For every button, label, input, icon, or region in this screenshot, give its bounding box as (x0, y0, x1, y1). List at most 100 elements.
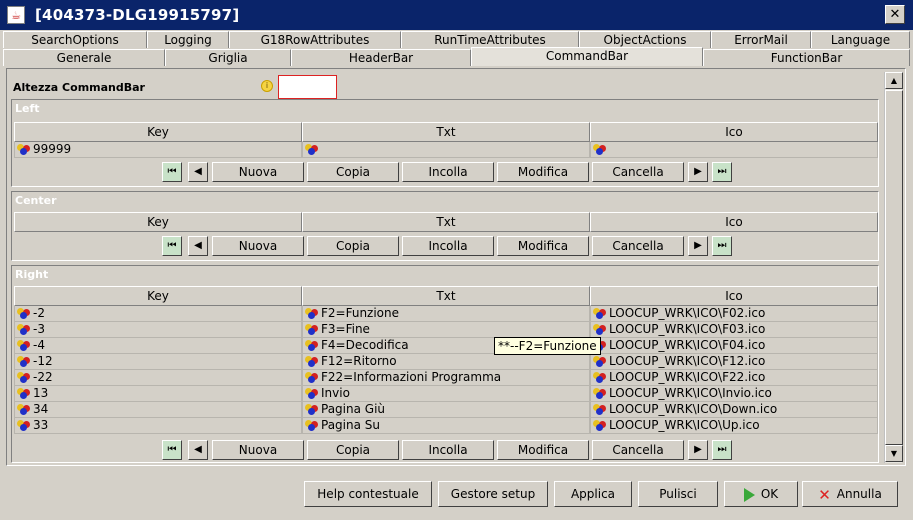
tab-objectactions[interactable]: ObjectActions (579, 31, 711, 48)
cancel-button[interactable]: ✕ Annulla (802, 481, 898, 507)
last-record-button[interactable]: ⏭ (712, 162, 732, 182)
txt-cell[interactable]: F22=Informazioni Programma (302, 370, 590, 386)
txt-cell[interactable]: F12=Ritorno (302, 354, 590, 370)
col-txt-header[interactable]: Txt (302, 286, 590, 306)
ico-cell[interactable]: LOOCUP_WRK\ICO\F12.ico (590, 354, 878, 370)
tab-griglia[interactable]: Griglia (165, 49, 291, 66)
txt-cell[interactable]: Invio (302, 386, 590, 402)
txt-cell[interactable]: F3=Fine (302, 322, 590, 338)
modifica-button[interactable]: Modifica (497, 162, 589, 182)
col-ico-header[interactable]: Ico (590, 212, 878, 232)
table-row[interactable]: -22 F22=Informazioni Programma LOOCUP_WRK\… (14, 370, 878, 386)
txt-cell[interactable]: Pagina Giù (302, 402, 590, 418)
table-row[interactable]: -2 F2=Funzione LOOCUP_WRK\ICO\F02.ico (14, 306, 878, 322)
cancella-button[interactable]: Cancella (592, 440, 684, 460)
prev-record-button[interactable]: ◀ (188, 236, 208, 256)
key-cell[interactable]: -22 (14, 370, 302, 386)
ico-cell[interactable] (590, 142, 878, 158)
col-txt-header[interactable]: Txt (302, 122, 590, 142)
txt-cell[interactable]: Pagina Su (302, 418, 590, 434)
table-row[interactable]: -3 F3=Fine LOOCUP_WRK\ICO\F03.ico (14, 322, 878, 338)
key-cell[interactable]: 13 (14, 386, 302, 402)
ico-cell[interactable]: LOOCUP_WRK\ICO\Up.ico (590, 418, 878, 434)
vertical-scrollbar[interactable]: ▲ ▼ (884, 72, 903, 463)
key-cell[interactable]: -4 (14, 338, 302, 354)
prev-record-button[interactable]: ◀ (188, 162, 208, 182)
tab-headerbar[interactable]: HeaderBar (291, 49, 471, 66)
ico-cell[interactable]: LOOCUP_WRK\ICO\F02.ico (590, 306, 878, 322)
height-input[interactable] (278, 75, 337, 99)
prev-record-button[interactable]: ◀ (188, 440, 208, 460)
incolla-button[interactable]: Incolla (402, 236, 494, 256)
key-cell[interactable]: 99999 (14, 142, 302, 158)
ico-cell[interactable]: LOOCUP_WRK\ICO\Invio.ico (590, 386, 878, 402)
key-cell[interactable]: -3 (14, 322, 302, 338)
table-row[interactable]: 34 Pagina Giù LOOCUP_WRK\ICO\Down.ico (14, 402, 878, 418)
key-cell[interactable]: 33 (14, 418, 302, 434)
ico-cell[interactable]: LOOCUP_WRK\ICO\F03.ico (590, 322, 878, 338)
col-key-header[interactable]: Key (14, 122, 302, 142)
key-cell[interactable]: -12 (14, 354, 302, 370)
scroll-up-button[interactable]: ▲ (885, 72, 903, 89)
col-key-header[interactable]: Key (14, 286, 302, 306)
last-record-button[interactable]: ⏭ (712, 236, 732, 256)
col-txt-header[interactable]: Txt (302, 212, 590, 232)
help-button[interactable]: Help contestuale (304, 481, 432, 507)
incolla-button[interactable]: Incolla (402, 440, 494, 460)
ico-cell[interactable]: LOOCUP_WRK\ICO\F22.ico (590, 370, 878, 386)
txt-cell[interactable] (302, 142, 590, 158)
table-row[interactable]: -12 F12=Ritorno LOOCUP_WRK\ICO\F12.ico (14, 354, 878, 370)
table-row[interactable]: -4 F4=Decodifica LOOCUP_WRK\ICO\F04.ico (14, 338, 878, 354)
first-record-button[interactable]: ⏮ (162, 440, 182, 460)
record-icon (17, 356, 31, 368)
modifica-button[interactable]: Modifica (497, 440, 589, 460)
col-key-header[interactable]: Key (14, 212, 302, 232)
scroll-down-button[interactable]: ▼ (885, 445, 903, 462)
txt-cell[interactable]: F2=Funzione (302, 306, 590, 322)
nuova-button[interactable]: Nuova (212, 162, 304, 182)
ico-cell[interactable]: LOOCUP_WRK\ICO\F04.ico (590, 338, 878, 354)
table-row[interactable]: 33 Pagina Su LOOCUP_WRK\ICO\Up.ico (14, 418, 878, 434)
tab-searchoptions[interactable]: SearchOptions (3, 31, 147, 48)
key-cell[interactable]: 34 (14, 402, 302, 418)
last-record-button[interactable]: ⏭ (712, 440, 732, 460)
copia-button[interactable]: Copia (307, 440, 399, 460)
apply-button[interactable]: Applica (554, 481, 632, 507)
tab-logging[interactable]: Logging (147, 31, 229, 48)
tab-generale[interactable]: Generale (3, 49, 165, 66)
cancella-button[interactable]: Cancella (592, 236, 684, 256)
scroll-thumb[interactable] (885, 90, 903, 445)
tab-errormail[interactable]: ErrorMail (711, 31, 811, 48)
next-record-button[interactable]: ▶ (688, 162, 708, 182)
first-record-button[interactable]: ⏮ (162, 162, 182, 182)
incolla-button[interactable]: Incolla (402, 162, 494, 182)
table-row[interactable]: 99999 (14, 142, 878, 158)
record-icon (305, 144, 319, 156)
close-button[interactable]: ✕ (885, 5, 905, 24)
copia-button[interactable]: Copia (307, 236, 399, 256)
key-cell[interactable]: -2 (14, 306, 302, 322)
tab-functionbar[interactable]: FunctionBar (703, 49, 910, 66)
nuova-button[interactable]: Nuova (212, 236, 304, 256)
cancella-button[interactable]: Cancella (592, 162, 684, 182)
ico-cell[interactable]: LOOCUP_WRK\ICO\Down.ico (590, 402, 878, 418)
col-ico-header[interactable]: Ico (590, 122, 878, 142)
table-row[interactable]: 13 Invio LOOCUP_WRK\ICO\Invio.ico (14, 386, 878, 402)
next-record-button[interactable]: ▶ (688, 440, 708, 460)
clear-button[interactable]: Pulisci (638, 481, 718, 507)
copia-button[interactable]: Copia (307, 162, 399, 182)
ok-button[interactable]: OK (724, 481, 798, 507)
tab-language[interactable]: Language (811, 31, 910, 48)
col-ico-header[interactable]: Ico (590, 286, 878, 306)
record-icon (17, 340, 31, 352)
left-grid-header: Key Txt Ico (14, 122, 878, 142)
modifica-button[interactable]: Modifica (497, 236, 589, 256)
next-record-button[interactable]: ▶ (688, 236, 708, 256)
setup-button[interactable]: Gestore setup (438, 481, 548, 507)
record-icon (593, 420, 607, 432)
tab-g18rowattributes[interactable]: G18RowAttributes (229, 31, 401, 48)
first-record-button[interactable]: ⏮ (162, 236, 182, 256)
tab-commandbar[interactable]: CommandBar (471, 47, 703, 66)
tab-runtimeattributes[interactable]: RunTimeAttributes (401, 31, 579, 48)
nuova-button[interactable]: Nuova (212, 440, 304, 460)
